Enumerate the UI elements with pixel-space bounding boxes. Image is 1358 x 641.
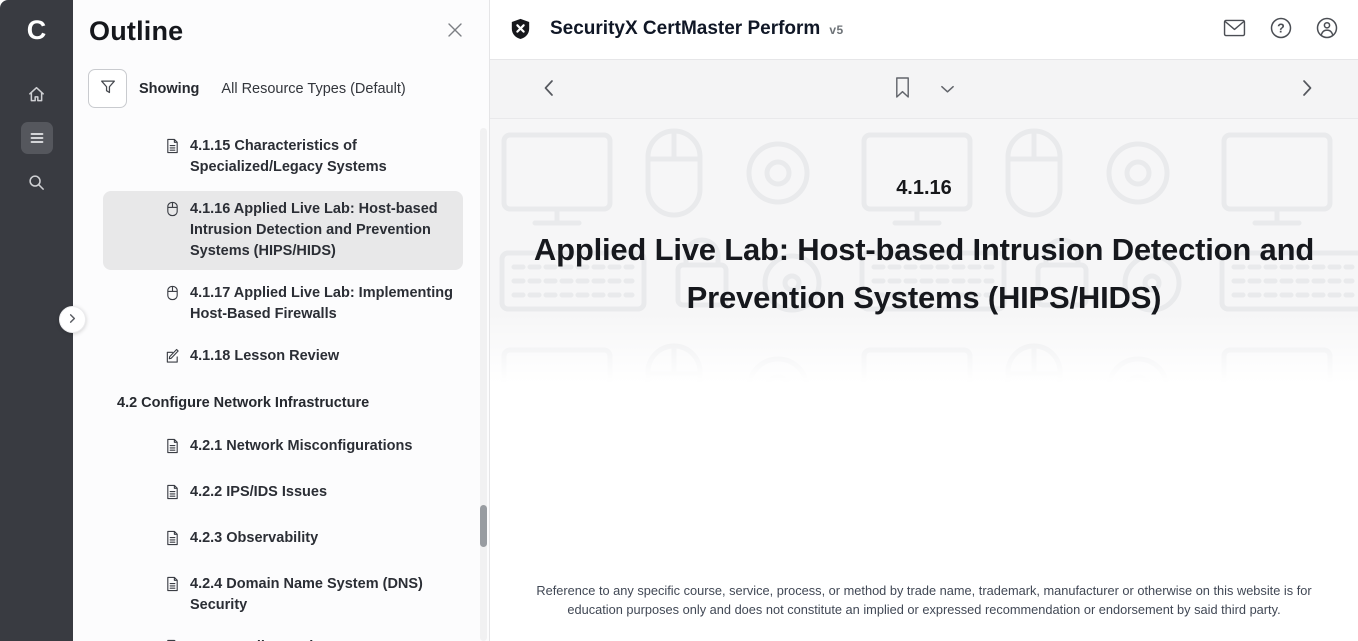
disclaimer-text: Reference to any specific course, servic…: [531, 582, 1317, 619]
search-icon: [27, 173, 46, 192]
outline-item-4-2-3[interactable]: 4.2.3 Observability: [103, 520, 463, 561]
document-icon: [165, 530, 181, 553]
app-title: SecurityX CertMaster Perform: [550, 18, 820, 40]
panel-expander-button[interactable]: [59, 306, 86, 333]
lesson-body: Reference to any specific course, servic…: [490, 383, 1358, 641]
lesson-title-banner: 4.1.16 Applied Live Lab: Host-based Intr…: [490, 119, 1358, 383]
outline-item-label: 4.1.16 Applied Live Lab: Host-based Intr…: [190, 199, 453, 262]
bookmark-icon: [893, 76, 912, 102]
lesson-title: Applied Live Lab: Host-based Intrusion D…: [493, 226, 1355, 322]
outline-section-4-2: 4.2 Configure Network Infrastructure: [103, 384, 463, 423]
filter-showing-label: Showing: [139, 81, 199, 97]
main-content-area: SecurityX CertMaster Perform v5 ?: [490, 0, 1358, 641]
mouse-icon: [165, 201, 181, 224]
bookmark-menu-button[interactable]: [938, 80, 957, 99]
messages-button[interactable]: [1223, 19, 1246, 40]
search-button[interactable]: [21, 166, 53, 198]
outline-section-label: 4.2 Configure Network Infrastructure: [117, 395, 369, 411]
filter-current-value: All Resource Types (Default): [221, 81, 405, 97]
outline-item-4-1-16-selected[interactable]: 4.1.16 Applied Live Lab: Host-based Intr…: [103, 191, 463, 270]
edit-icon: [165, 348, 181, 371]
account-icon: [1316, 17, 1338, 42]
app-version-badge: v5: [829, 23, 843, 37]
close-outline-button[interactable]: [441, 18, 469, 46]
outline-item-label: 4.1.15 Characteristics of Specialized/Le…: [190, 136, 453, 178]
outline-item-label: 4.2.3 Observability: [190, 528, 318, 549]
resource-filter-button[interactable]: [88, 69, 127, 108]
outline-menu-icon: [28, 129, 46, 147]
outline-item-4-1-17[interactable]: 4.1.17 Applied Live Lab: Implementing Ho…: [103, 275, 463, 333]
outline-item-label: 4.1.18 Lesson Review: [190, 346, 339, 367]
outline-panel-title: Outline: [89, 16, 183, 47]
outline-menu-button[interactable]: [21, 122, 53, 154]
document-icon: [165, 138, 181, 161]
document-icon: [165, 484, 181, 507]
chevron-down-icon: [940, 82, 955, 97]
document-icon: [165, 438, 181, 461]
outline-item-4-2-5[interactable]: 4.2.5 Email Security: [103, 629, 463, 641]
outline-item-label: 4.2.2 IPS/IDS Issues: [190, 482, 327, 503]
outline-item-4-1-15[interactable]: 4.1.15 Characteristics of Specialized/Le…: [103, 128, 463, 186]
outline-item-label: 4.2.4 Domain Name System (DNS) Security: [190, 574, 453, 616]
outline-item-label: 4.2.5 Email Security: [190, 637, 326, 641]
filter-funnel-icon: [99, 78, 117, 99]
document-icon: [165, 576, 181, 599]
lesson-navbar: [490, 60, 1358, 119]
outline-item-label: 4.1.17 Applied Live Lab: Implementing Ho…: [190, 283, 453, 325]
outline-scrollbar-thumb[interactable]: [480, 505, 487, 547]
outline-item-4-2-1[interactable]: 4.2.1 Network Misconfigurations: [103, 428, 463, 469]
outline-scrollbar-track[interactable]: [480, 128, 487, 641]
lesson-section-number: 4.1.16: [490, 177, 1358, 200]
outline-item-4-1-18[interactable]: 4.1.18 Lesson Review: [103, 338, 463, 379]
shield-x-icon: [510, 18, 531, 41]
brand-logo: C: [27, 10, 47, 50]
chevron-right-icon: [67, 312, 78, 327]
help-icon: ?: [1270, 17, 1292, 42]
bookmark-button[interactable]: [891, 74, 914, 104]
app-header: SecurityX CertMaster Perform v5 ?: [490, 0, 1358, 60]
outline-item-4-2-2[interactable]: 4.2.2 IPS/IDS Issues: [103, 474, 463, 515]
forward-chevron-icon: [1300, 79, 1314, 100]
outline-item-4-2-4[interactable]: 4.2.4 Domain Name System (DNS) Security: [103, 566, 463, 624]
home-button[interactable]: [21, 78, 53, 110]
outline-item-label: 4.2.1 Network Misconfigurations: [190, 436, 412, 457]
mouse-icon: [165, 285, 181, 308]
next-page-button[interactable]: [1294, 73, 1320, 106]
help-button[interactable]: ?: [1270, 17, 1292, 42]
account-button[interactable]: [1316, 17, 1338, 42]
mail-icon: [1223, 19, 1246, 40]
previous-page-button[interactable]: [536, 73, 562, 106]
back-chevron-icon: [542, 79, 556, 100]
close-icon: [445, 20, 465, 43]
home-icon: [27, 85, 46, 104]
outline-list: 4.1.15 Characteristics of Specialized/Le…: [73, 128, 489, 641]
svg-text:?: ?: [1277, 21, 1285, 35]
outline-panel: Outline Showing All Resource Types (Defa…: [73, 0, 490, 641]
